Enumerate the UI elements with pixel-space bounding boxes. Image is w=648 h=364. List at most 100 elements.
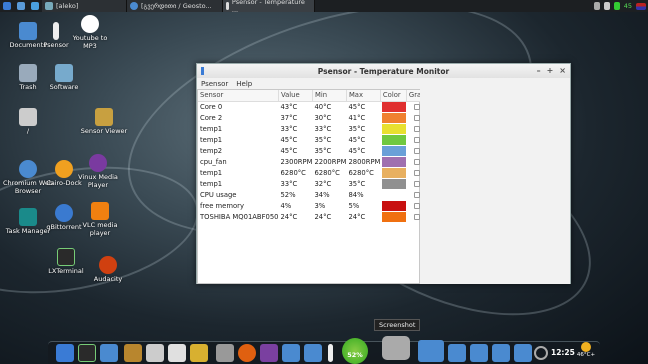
dock-folder-icon[interactable] (304, 344, 322, 362)
browser-icon (31, 2, 39, 10)
col-color[interactable]: Color (380, 90, 407, 102)
dock-screenshot-icon[interactable] (382, 336, 410, 360)
desktop-icon-software[interactable]: Software (38, 64, 90, 92)
table-row[interactable]: CPU usage 52% 34% 84% (198, 189, 430, 200)
sensor-color-cell[interactable] (380, 178, 407, 189)
col-min[interactable]: Min (312, 90, 347, 102)
color-swatch[interactable] (382, 190, 406, 200)
launcher-files[interactable] (14, 0, 28, 12)
table-row[interactable]: temp1 33°C 32°C 35°C (198, 178, 430, 189)
color-swatch[interactable] (382, 178, 407, 189)
table-row[interactable]: cpu_fan 2300RPM 2200RPM 2800RPM (198, 156, 430, 167)
dock-folder-icon[interactable] (448, 344, 466, 362)
color-swatch[interactable] (382, 145, 407, 156)
psensor-icon (53, 22, 59, 40)
dock-calculator-icon[interactable] (146, 344, 164, 362)
sensor-color-cell[interactable] (380, 156, 407, 167)
dock-tools-icon[interactable] (216, 344, 234, 362)
sensor-name: Core 2 (200, 113, 223, 122)
desktop-icon-label: Vinux Media Player (78, 173, 118, 189)
col-value[interactable]: Value (278, 90, 313, 102)
col-max[interactable]: Max (346, 90, 381, 102)
close-icon[interactable]: × (559, 66, 566, 75)
window-titlebar[interactable]: Psensor - Temperature Monitor – + × (197, 64, 570, 78)
color-swatch[interactable] (382, 112, 407, 123)
color-swatch[interactable] (382, 123, 407, 134)
menu-psensor[interactable]: Psensor (201, 80, 228, 88)
table-row[interactable]: free memory 4% 3% 5% (198, 200, 430, 211)
sensor-name: CPU usage (200, 190, 237, 199)
battery-icon[interactable] (613, 2, 620, 10)
table-row[interactable]: temp2 45°C 35°C 45°C (198, 145, 430, 156)
color-swatch[interactable] (382, 167, 407, 178)
col-sensor[interactable]: Sensor (198, 90, 279, 102)
dock-folder-icon[interactable] (514, 344, 532, 362)
dock-cpu-monitor[interactable]: 52% (342, 338, 368, 364)
flag-icon[interactable] (636, 2, 646, 10)
dock-archive-icon[interactable] (124, 344, 142, 362)
task-browser[interactable]: [გვერდითი / Geosto... (127, 0, 223, 12)
dock-editor-icon[interactable] (168, 344, 186, 362)
menu-button[interactable] (0, 0, 14, 12)
sensor-color-cell[interactable] (380, 112, 407, 123)
color-swatch[interactable] (382, 200, 407, 211)
sensor-color-cell[interactable] (380, 145, 407, 156)
desktop-icon-youtube-mp3[interactable]: Youtube to MP3 (68, 15, 112, 50)
dock-psensor-icon[interactable] (328, 344, 333, 362)
minimize-icon[interactable]: – (537, 66, 541, 75)
dock-folder-icon[interactable] (282, 344, 300, 362)
sensor-color-cell[interactable] (380, 134, 407, 145)
sensor-max: 6280°C (348, 168, 374, 177)
dock-launcher-icon[interactable] (56, 344, 74, 362)
dock-folder-icon[interactable] (492, 344, 510, 362)
desktop-icon-label: Trash (19, 83, 37, 91)
menu-help[interactable]: Help (236, 80, 252, 88)
color-swatch[interactable] (382, 101, 407, 112)
dock-terminal-icon[interactable] (78, 344, 96, 362)
dock-files-icon[interactable] (100, 344, 118, 362)
sensor-color-cell[interactable] (380, 211, 407, 222)
sensor-color-cell[interactable] (380, 101, 407, 112)
youtube-mp3-icon (81, 15, 99, 33)
sensor-value: 45°C (280, 146, 298, 155)
color-swatch[interactable] (382, 134, 407, 145)
sensor-value: 6280°C (280, 168, 306, 177)
table-row[interactable]: Core 0 43°C 40°C 45°C (198, 101, 430, 112)
volume-icon[interactable] (603, 2, 610, 10)
sensor-color-cell[interactable] (380, 167, 407, 178)
sensor-color-cell[interactable] (380, 123, 407, 134)
dock-power-icon[interactable] (534, 346, 548, 360)
task-psensor[interactable]: Psensor - Temperature ... (223, 0, 315, 14)
table-row[interactable]: Core 2 37°C 30°C 41°C (198, 112, 430, 123)
sensor-color-cell[interactable] (380, 200, 407, 211)
sensor-value: 33°C (280, 179, 298, 188)
color-swatch[interactable] (382, 156, 407, 167)
table-row[interactable]: temp1 33°C 33°C 35°C (198, 123, 430, 134)
dock-folder-icon[interactable] (470, 344, 488, 362)
color-swatch[interactable] (382, 211, 407, 222)
desktop-icon-media-player[interactable]: Vinux Media Player (72, 154, 124, 189)
desktop-icon-vlc[interactable]: VLC media player (74, 202, 126, 237)
dock-folder-icon[interactable] (418, 340, 444, 362)
table-row[interactable]: temp1 45°C 35°C 45°C (198, 134, 430, 145)
chromium-icon (130, 2, 138, 10)
dock-firefox-icon[interactable] (238, 344, 256, 362)
chromium-icon (19, 160, 37, 178)
sensor-name: temp1 (200, 124, 223, 133)
launcher-browser[interactable] (28, 0, 42, 12)
clock[interactable]: 12:25 (551, 348, 575, 357)
sensor-color-cell[interactable] (380, 189, 406, 200)
maximize-icon[interactable]: + (547, 66, 554, 75)
task-aleko[interactable]: [aleko] (42, 0, 127, 12)
weather-widget[interactable]: 46°C+ (575, 342, 597, 362)
dock-browser-icon[interactable] (260, 344, 278, 362)
table-row[interactable]: temp1 6280°C 6280°C 6280°C (198, 167, 430, 178)
desktop-icon-sensor-viewer[interactable]: Sensor Viewer (78, 108, 130, 136)
network-icon[interactable] (593, 2, 600, 10)
table-row[interactable]: TOSHIBA MQ01ABF050 24°C 24°C 24°C (198, 211, 430, 222)
desktop-icon-audacity[interactable]: Audacity (82, 256, 134, 284)
dock-image-icon[interactable] (190, 344, 208, 362)
desktop-icon-root[interactable]: / (2, 108, 54, 136)
sensor-name: Core 0 (200, 102, 223, 111)
task-label: [aleko] (56, 2, 79, 10)
